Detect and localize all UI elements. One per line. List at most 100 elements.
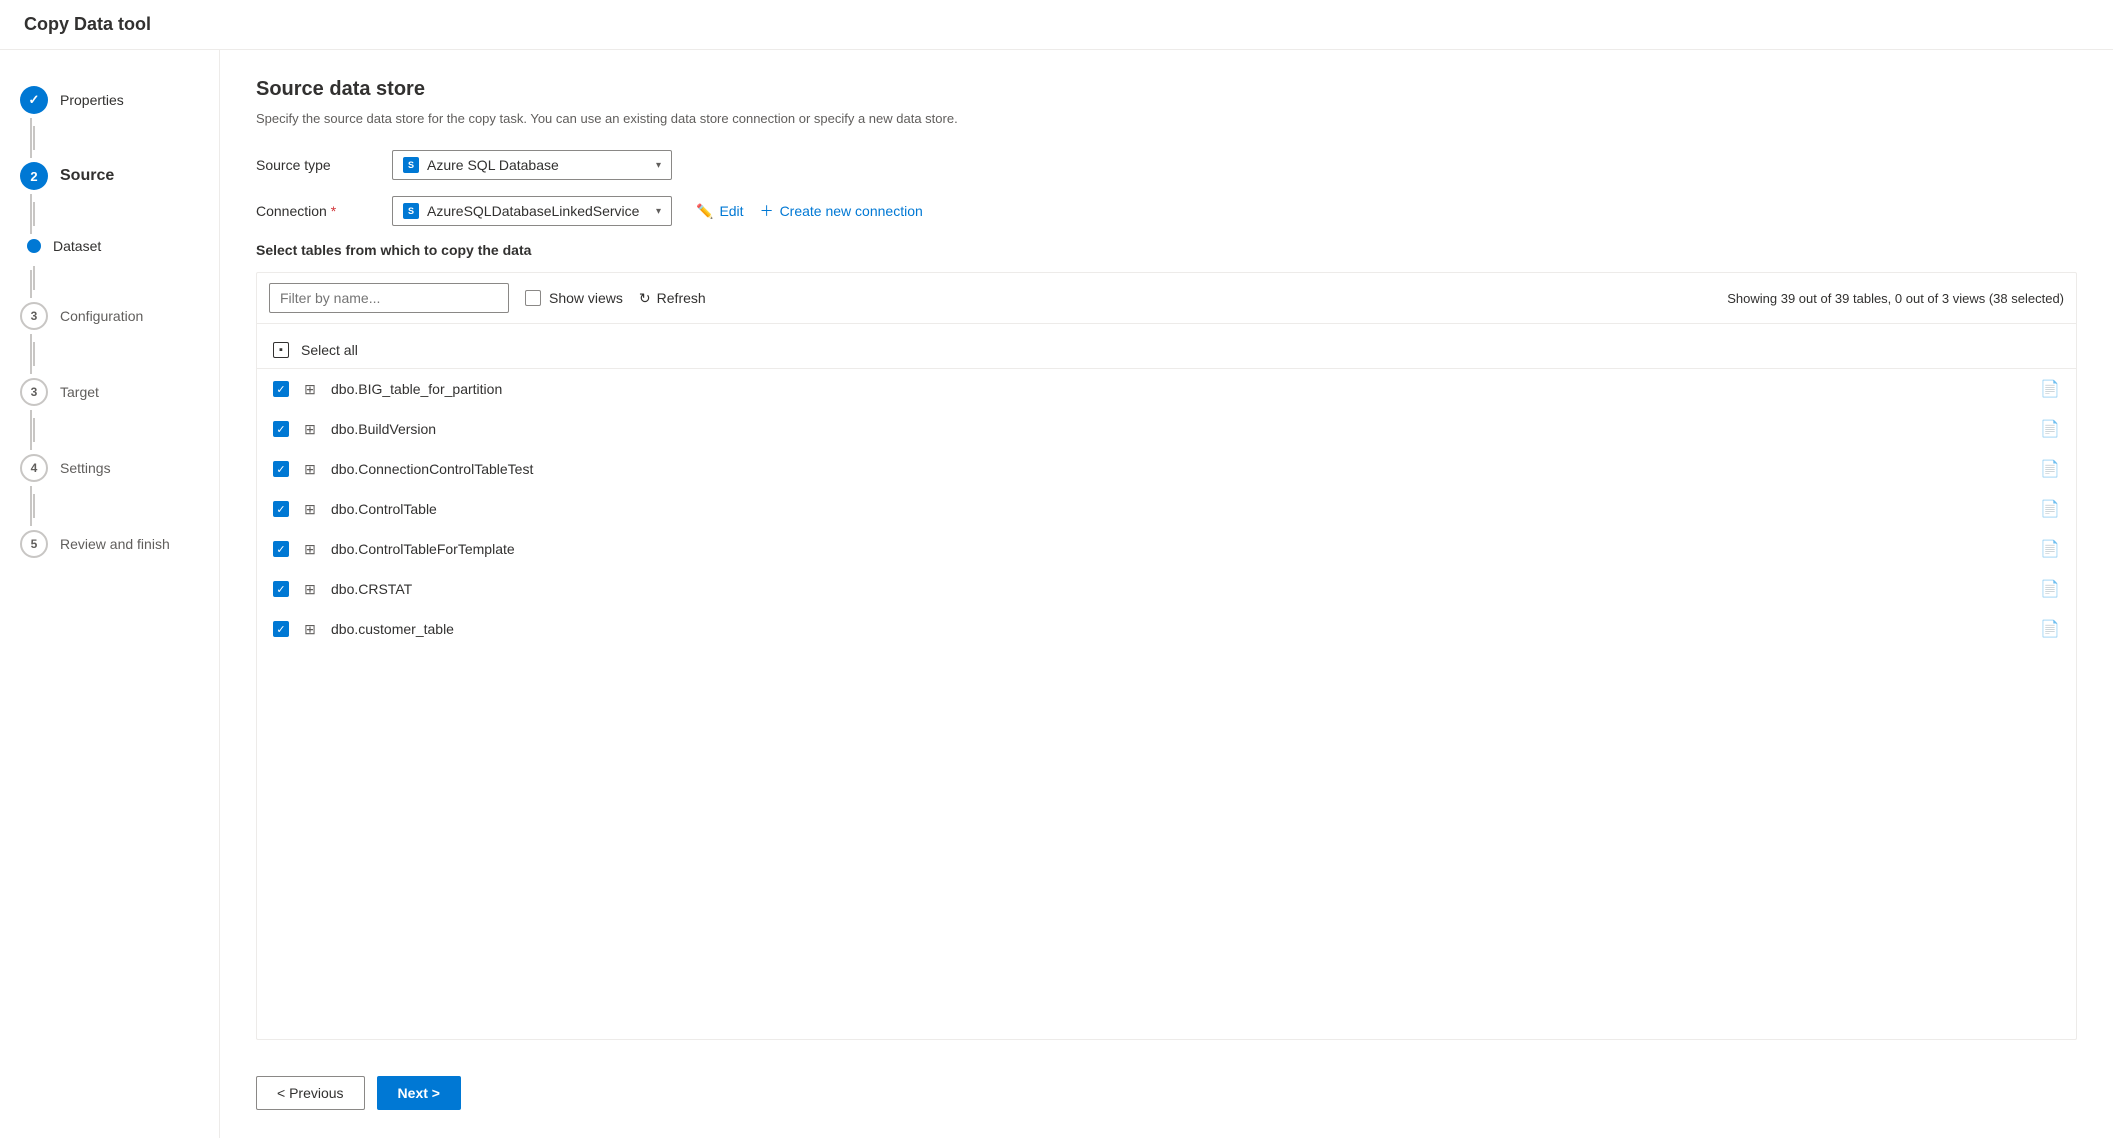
doc-icon-0[interactable]: 📄 [2040,379,2060,399]
step-label-configuration: Configuration [60,308,143,324]
check-icon: ✓ [276,623,285,636]
table-row[interactable]: ✓ ⊞ dbo.CRSTAT 📄 [257,569,2076,609]
connection-db-icon: S [403,203,419,219]
table-checkbox-4[interactable]: ✓ [273,541,289,557]
check-icon: ✓ [276,583,285,596]
connection-label: Connection * [256,203,376,219]
table-name-1: dbo.BuildVersion [331,421,436,437]
table-toolbar: Show views ↻ Refresh Showing 39 out of 3… [257,273,2076,324]
table-name-6: dbo.customer_table [331,621,454,637]
check-icon: ✓ [276,503,285,516]
footer: < Previous Next > [256,1056,2077,1110]
table-name-4: dbo.ControlTableForTemplate [331,541,515,557]
doc-icon-2[interactable]: 📄 [2040,459,2060,479]
show-views-checkbox-label[interactable]: Show views [525,290,623,306]
source-type-label: Source type [256,157,376,173]
indeterminate-icon: ▪ [279,344,283,356]
table-row[interactable]: ✓ ⊞ dbo.ControlTableForTemplate 📄 [257,529,2076,569]
step-connector-2 [33,202,35,226]
step-circle-configuration: 3 [20,302,48,330]
plus-icon: ＋ [760,201,774,221]
table-name-0: dbo.BIG_table_for_partition [331,381,502,397]
step-label-review: Review and finish [60,536,170,552]
doc-icon-6[interactable]: 📄 [2040,619,2060,639]
connection-dropdown[interactable]: S AzureSQLDatabaseLinkedService ▾ [392,196,672,226]
step-connector-6 [33,494,35,518]
previous-button[interactable]: < Previous [256,1076,365,1110]
table-selection-panel: Show views ↻ Refresh Showing 39 out of 3… [256,272,2077,1040]
select-all-checkbox[interactable]: ▪ [273,342,289,358]
step-label-properties: Properties [60,92,124,108]
table-checkbox-0[interactable]: ✓ [273,381,289,397]
table-checkbox-6[interactable]: ✓ [273,621,289,637]
refresh-button[interactable]: ↻ Refresh [639,290,706,307]
sidebar-item-target[interactable]: 3 Target [0,366,219,418]
doc-icon-3[interactable]: 📄 [2040,499,2060,519]
step-label-source: Source [60,167,114,185]
connection-value: AzureSQLDatabaseLinkedService [427,203,639,219]
source-type-value: Azure SQL Database [427,157,559,173]
check-icon: ✓ [276,383,285,396]
table-checkbox-1[interactable]: ✓ [273,421,289,437]
step-circle-settings: 4 [20,454,48,482]
check-icon: ✓ [276,423,285,436]
step-label-dataset: Dataset [53,238,101,254]
step-circle-source: 2 [20,162,48,190]
step-connector-3 [33,266,35,290]
table-checkbox-2[interactable]: ✓ [273,461,289,477]
show-views-checkbox[interactable] [525,290,541,306]
sidebar-item-review[interactable]: 5 Review and finish [0,518,219,570]
step-label-settings: Settings [60,460,111,476]
page-description: Specify the source data store for the co… [256,111,2077,126]
table-grid-icon: ⊞ [301,461,319,478]
table-row[interactable]: ✓ ⊞ dbo.ControlTable 📄 [257,489,2076,529]
table-count-info: Showing 39 out of 39 tables, 0 out of 3 … [1727,291,2064,306]
sidebar: ✓ Properties 2 Source Dataset 3 Configur… [0,50,220,1138]
filter-input[interactable] [269,283,509,313]
table-checkbox-3[interactable]: ✓ [273,501,289,517]
table-grid-icon: ⊞ [301,621,319,638]
table-grid-icon: ⊞ [301,541,319,558]
next-button[interactable]: Next > [377,1076,461,1110]
table-row[interactable]: ✓ ⊞ dbo.BuildVersion 📄 [257,409,2076,449]
sidebar-item-source[interactable]: 2 Source [0,150,219,202]
app-title: Copy Data tool [0,0,2113,50]
step-connector-1 [33,126,35,150]
source-type-dropdown[interactable]: S Azure SQL Database ▾ [392,150,672,180]
table-checkbox-5[interactable]: ✓ [273,581,289,597]
step-connector-4 [33,342,35,366]
table-row[interactable]: ✓ ⊞ dbo.ConnectionControlTableTest 📄 [257,449,2076,489]
table-row[interactable]: ✓ ⊞ dbo.customer_table 📄 [257,609,2076,649]
table-grid-icon: ⊞ [301,381,319,398]
doc-icon-4[interactable]: 📄 [2040,539,2060,559]
doc-icon-5[interactable]: 📄 [2040,579,2060,599]
table-row[interactable]: ✓ ⊞ dbo.BIG_table_for_partition 📄 [257,369,2076,409]
table-grid-icon: ⊞ [301,501,319,518]
table-grid-icon: ⊞ [301,581,319,598]
sidebar-item-settings[interactable]: 4 Settings [0,442,219,494]
table-name-2: dbo.ConnectionControlTableTest [331,461,533,477]
edit-connection-button[interactable]: ✏️ Edit [696,203,744,220]
page-title: Source data store [256,78,2077,101]
step-connector-5 [33,418,35,442]
sidebar-item-dataset[interactable]: Dataset [0,226,219,266]
create-connection-button[interactable]: ＋ Create new connection [760,201,923,221]
connection-chevron-icon: ▾ [656,206,661,217]
sidebar-item-properties[interactable]: ✓ Properties [0,74,219,126]
table-name-5: dbo.CRSTAT [331,581,412,597]
edit-icon: ✏️ [696,203,713,220]
sidebar-item-configuration[interactable]: 3 Configuration [0,290,219,342]
table-grid-icon: ⊞ [301,421,319,438]
step-circle-review: 5 [20,530,48,558]
chevron-down-icon: ▾ [656,160,661,171]
azure-sql-icon: S [403,157,419,173]
doc-icon-1[interactable]: 📄 [2040,419,2060,439]
table-list: ▪ Select all ✓ ⊞ dbo.BIG_table_for_parti… [257,324,2076,1039]
source-type-row: Source type S Azure SQL Database ▾ [256,150,2077,180]
step-label-target: Target [60,384,99,400]
refresh-icon: ↻ [639,290,651,307]
show-views-label: Show views [549,290,623,306]
check-icon: ✓ [276,543,285,556]
table-name-3: dbo.ControlTable [331,501,437,517]
select-all-row[interactable]: ▪ Select all [257,332,2076,369]
